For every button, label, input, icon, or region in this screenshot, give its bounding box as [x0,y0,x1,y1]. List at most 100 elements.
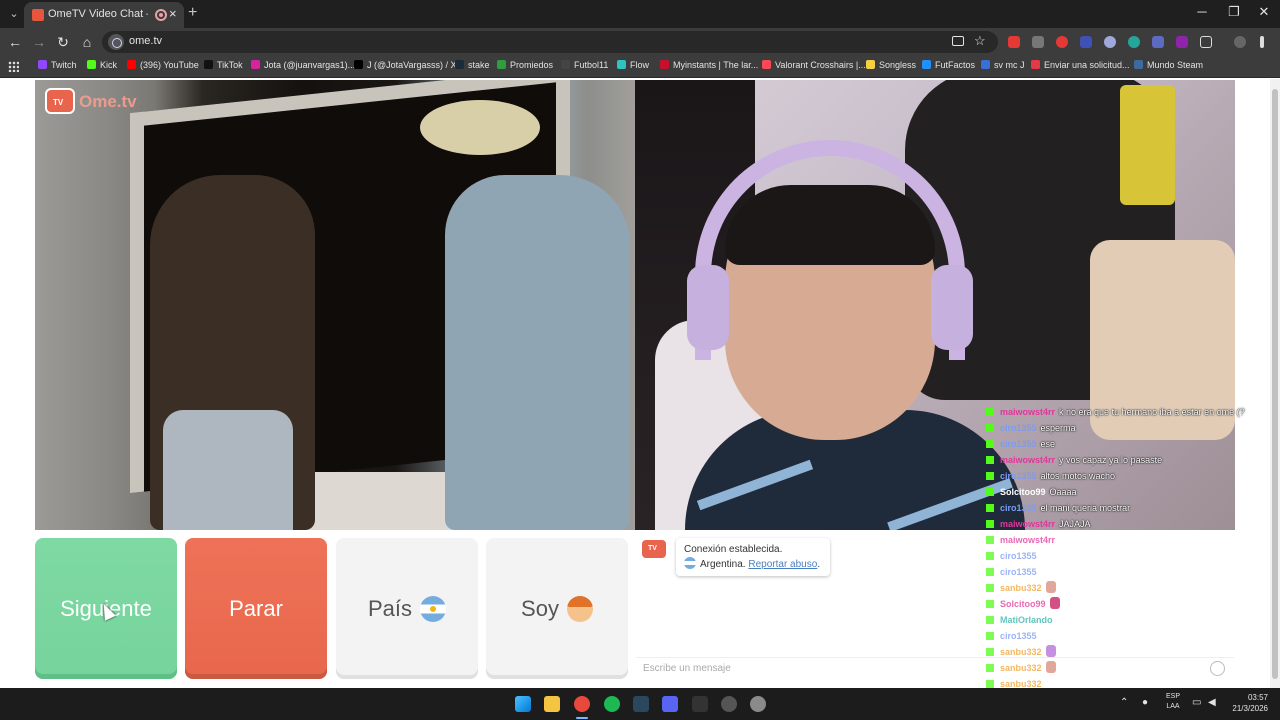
bookmark-label: Songless [879,60,917,70]
chat-message-text: JAJAJA [1059,519,1091,529]
volume-icon[interactable]: ◀ [1208,697,1216,708]
bookmark-favicon-icon [354,60,363,69]
apps-grid-icon[interactable] [8,61,19,72]
bookmark-item[interactable]: FutFactos [922,60,975,74]
stranger-country: Argentina. [700,559,746,570]
bookmark-item[interactable]: Twitch [38,60,77,74]
bookmark-favicon-icon [204,60,213,69]
tray-overflow-icon[interactable]: ⌃ [1120,697,1128,708]
home-button[interactable]: ⌂ [78,33,96,51]
chat-message-text: Oaaaa [1049,487,1077,497]
bookmark-item[interactable]: Myinstants | The lar... [660,60,758,74]
stop-button[interactable]: Parar [185,538,327,679]
bookmark-label: stake [468,60,490,70]
extension-icon-5[interactable] [1104,36,1116,48]
bookmark-star-icon[interactable]: ☆ [974,33,986,49]
scrollbar-thumb[interactable] [1272,89,1278,679]
discord-icon[interactable] [662,696,678,712]
bookmark-label: Myinstants | The lar... [673,60,759,70]
bookmark-item[interactable]: Songless [866,60,916,74]
settings-icon[interactable] [750,696,766,712]
spotify-icon[interactable] [604,696,620,712]
tab-search-dropdown-icon[interactable]: ⌄ [6,6,22,22]
browser-tab-active[interactable]: OmeTV Video Chat — Ome × [24,2,184,28]
active-app-indicator [576,717,588,719]
kick-badge-icon [986,408,994,416]
restore-button[interactable]: ❐ [1219,4,1249,20]
bookmark-item[interactable]: Valorant Crosshairs |... [762,60,866,74]
chat-input-placeholder[interactable]: Escribe un mensaje [643,663,731,674]
app-circle-icon[interactable] [721,696,737,712]
ometv-system-icon [642,540,666,558]
stream-chat-message: maiwowst4rr y vos capaz ya lo pasaste [986,452,1280,468]
steam-icon[interactable] [633,696,649,712]
extension-icon-1[interactable] [1008,36,1020,48]
address-bar[interactable]: ome.tv ☆ [102,31,998,53]
stream-chat-message: ciro1355 [986,548,1280,564]
recording-indicator-icon [155,9,167,21]
extensions-puzzle-icon[interactable] [1200,36,1212,48]
site-info-icon[interactable] [108,34,124,50]
extension-icon-7[interactable] [1152,36,1164,48]
page-scrollbar[interactable] [1270,79,1280,688]
extension-icon-2[interactable] [1032,36,1044,48]
bookmark-item[interactable]: Enviar una solicitud... [1031,60,1130,74]
gender-select-button[interactable]: Soy [486,538,628,679]
bookmark-item[interactable]: J (@JotaVargasss) / X [354,60,457,74]
menu-kebab-icon[interactable] [1260,36,1264,48]
kick-badge-icon [986,520,994,528]
argentina-flag-icon [420,595,447,622]
forward-button[interactable]: → [30,33,48,51]
country-filter-button[interactable]: País [336,538,478,679]
report-abuse-link[interactable]: Reportar abuso [748,559,817,570]
microphone-icon[interactable]: ● [1142,697,1148,708]
back-button[interactable]: ← [6,33,24,51]
reload-button[interactable]: ↻ [54,33,72,51]
argentina-flag-small-icon [684,557,696,569]
extension-icon-6[interactable] [1128,36,1140,48]
report-period: . [817,559,821,570]
kick-badge-icon [986,536,994,544]
minimize-button[interactable]: ─ [1187,4,1217,19]
bookmark-item[interactable]: (396) YouTube [127,60,199,74]
chrome-icon[interactable] [574,696,590,712]
bookmark-label: Flow [630,60,650,70]
install-app-icon[interactable] [952,36,964,46]
language-code: ESP [1165,693,1180,700]
bookmark-item[interactable]: stake [455,60,490,74]
chat-message-text: esperma [1040,423,1076,433]
file-explorer-icon[interactable] [544,696,560,712]
extension-icon-3[interactable] [1056,36,1068,48]
bookmark-item[interactable]: Futbol11 [561,60,608,74]
new-tab-button[interactable]: + [188,4,197,22]
bookmark-item[interactable]: TikTok [204,60,243,74]
extension-icon-4[interactable] [1080,36,1092,48]
bookmark-favicon-icon [455,60,464,69]
profile-avatar[interactable] [1234,36,1246,48]
bookmark-item[interactable]: Flow [617,60,649,74]
bookmark-item[interactable]: Promiedos [497,60,553,74]
ometv-logo-text: Ome.tv [79,92,137,111]
epic-games-icon[interactable] [692,696,708,712]
bookmark-item[interactable]: Kick [87,60,117,74]
windows-start-icon[interactable] [515,696,531,712]
chat-username: Solcitoo99 [1000,487,1046,497]
chat-username: sanbu332 [1000,663,1042,673]
bookmark-item[interactable]: sv mc J [981,60,1025,74]
bookmark-favicon-icon [87,60,96,69]
kick-badge-icon [986,568,994,576]
language-indicator[interactable]: ESP LAA [1163,692,1183,712]
bookmark-favicon-icon [497,60,506,69]
bookmark-item[interactable]: Mundo Steam [1134,60,1203,74]
stream-chat-message: ciro1355 el mani queria mostrar [986,500,1280,516]
kick-badge-icon [986,680,994,688]
system-clock[interactable]: 03:57 21/3/2026 [1226,692,1268,714]
network-icon[interactable]: ▭ [1192,697,1201,708]
chat-username: MatiOrlando [1000,615,1053,625]
tab-close-icon[interactable]: × [169,6,177,21]
extension-icon-8[interactable] [1176,36,1188,48]
bookmark-item[interactable]: Jota (@juanvargas1)... [251,60,355,74]
kick-badge-icon [986,600,994,608]
chat-emote-icon [1049,597,1060,609]
window-close-button[interactable]: ✕ [1249,4,1279,20]
